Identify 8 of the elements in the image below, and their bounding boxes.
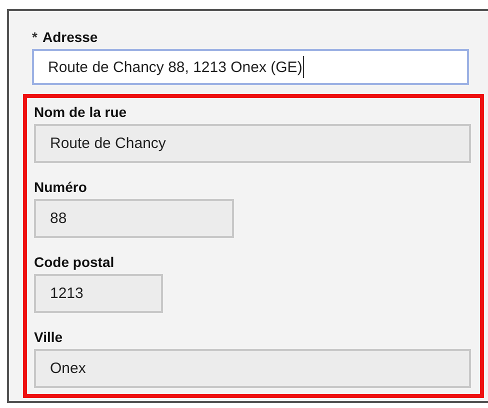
address-field[interactable]: Route de Chancy 88, 1213 Onex (GE) [32, 49, 469, 85]
field-label: Nom de la rue [34, 103, 127, 121]
required-mark: * [32, 28, 38, 46]
field-label: Numéro [34, 178, 87, 196]
field-label: Code postal [34, 253, 114, 271]
field-label: Adresse [42, 28, 98, 46]
text-cursor [303, 56, 304, 78]
field-label: Ville [34, 328, 63, 346]
